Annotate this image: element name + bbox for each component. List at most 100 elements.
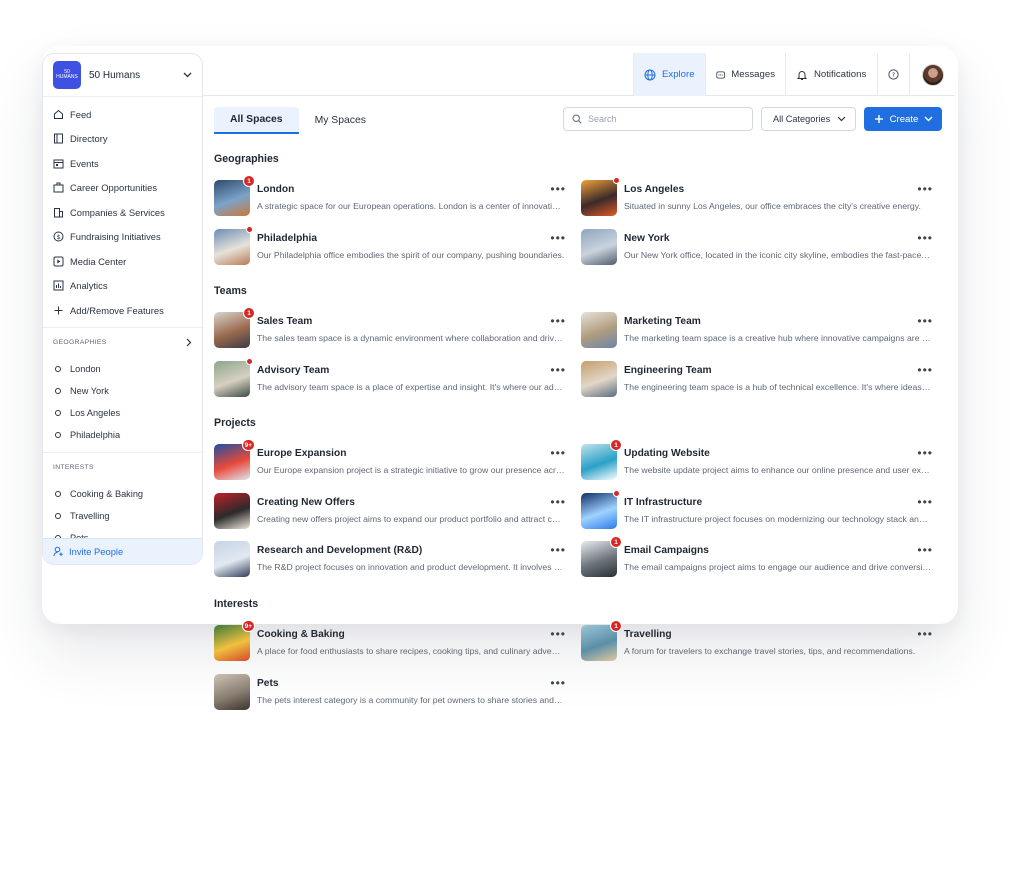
space-card[interactable]: Advisory Team The advisory team space is … xyxy=(214,357,566,401)
geo-item-london[interactable]: London xyxy=(43,358,202,380)
more-options-icon[interactable]: ••• xyxy=(550,231,566,245)
interest-item-travelling[interactable]: Travelling xyxy=(43,505,202,527)
unread-dot xyxy=(613,489,620,497)
space-description: Our Philadelphia office embodies the spi… xyxy=(257,249,565,260)
more-options-icon[interactable]: ••• xyxy=(550,182,566,196)
tab-my-spaces[interactable]: My Spaces xyxy=(299,107,382,134)
more-options-icon[interactable]: ••• xyxy=(550,627,566,641)
space-title: Los Angeles xyxy=(624,184,685,195)
nav-notifications[interactable]: Notifications xyxy=(785,53,877,96)
notification-badge: 1 xyxy=(610,620,622,632)
space-card[interactable]: 9+ Europe Expansion Our Europe expansion p… xyxy=(214,439,566,484)
more-options-icon[interactable]: ••• xyxy=(917,543,933,557)
home-icon xyxy=(54,109,63,119)
space-card[interactable]: Los Angeles Situated in sunny Los Angeles… xyxy=(581,177,933,220)
topbar: Explore Messages Notifications ? xyxy=(203,53,955,96)
more-options-icon[interactable]: ••• xyxy=(917,363,933,377)
sidebar-item-analytics[interactable]: Analytics xyxy=(43,274,202,299)
geo-item-philadelphia[interactable]: Philadelphia xyxy=(43,424,202,446)
workspace-logo: 50 HUMANS xyxy=(53,61,81,89)
space-card[interactable]: Marketing Team The marketing team space i… xyxy=(581,312,933,352)
sidebar-item-fundraising[interactable]: $ Fundraising Initiatives xyxy=(43,225,202,250)
space-description: The IT infrastructure project focuses on… xyxy=(624,513,932,524)
space-description: The engineering team space is a hub of t… xyxy=(624,381,932,392)
more-options-icon[interactable]: ••• xyxy=(550,363,566,377)
geo-item-new-york[interactable]: New York xyxy=(43,380,202,402)
briefcase-icon xyxy=(53,182,64,193)
nav-explore[interactable]: Explore xyxy=(633,53,705,96)
bell-icon xyxy=(796,70,808,80)
more-options-icon[interactable]: ••• xyxy=(550,676,566,690)
space-thumbnail: 1 xyxy=(214,175,255,216)
bullet-icon xyxy=(55,387,61,394)
section-title: Projects xyxy=(214,417,256,429)
more-options-icon[interactable]: ••• xyxy=(917,446,933,460)
chevron-down-icon xyxy=(182,70,192,80)
workspace-switcher[interactable]: 50 HUMANS 50 Humans xyxy=(43,54,202,97)
unread-dot xyxy=(246,357,253,365)
space-card[interactable]: New York Our New York office, located in … xyxy=(581,228,933,269)
search-placeholder: Search xyxy=(588,114,617,124)
help-button[interactable]: ? xyxy=(877,53,909,96)
building-icon xyxy=(54,207,63,218)
space-card[interactable]: 1 London A strategic space for our Europea… xyxy=(214,175,566,220)
space-card[interactable]: 1 Email Campaigns The email campaigns proj… xyxy=(581,536,933,581)
notification-badge: 1 xyxy=(243,175,255,187)
space-card[interactable]: Creating New Offers Creating new offers p… xyxy=(214,492,566,533)
space-title: Email Campaigns xyxy=(624,545,709,557)
tab-all-spaces[interactable]: All Spaces xyxy=(214,107,299,134)
geographies-header[interactable]: GEOGRAPHIES xyxy=(43,328,202,358)
sidebar-item-events[interactable]: Events xyxy=(43,151,202,176)
more-options-icon[interactable]: ••• xyxy=(917,495,933,509)
chart-icon xyxy=(53,280,64,291)
sidebar-item-feed[interactable]: Feed xyxy=(43,102,202,127)
space-title: Creating New Offers xyxy=(257,496,355,508)
chevron-down-icon xyxy=(837,116,846,122)
space-card[interactable]: 1 Sales Team The sales team space is a dyn… xyxy=(214,307,566,352)
section-title: Interests xyxy=(214,598,259,610)
category-select[interactable]: All Categories xyxy=(761,107,856,131)
space-thumbnail xyxy=(581,489,620,529)
more-options-icon[interactable]: ••• xyxy=(550,495,566,509)
search-input[interactable]: Search xyxy=(563,107,753,131)
space-card[interactable]: Pets The pets interest category is a comm… xyxy=(214,673,566,714)
space-card[interactable]: 9+ Cooking & Baking A place for food enthu… xyxy=(214,620,566,665)
notification-badge: 1 xyxy=(610,439,622,451)
sidebar-item-companies[interactable]: Companies & Services xyxy=(43,200,202,225)
invite-people-button[interactable]: Invite People xyxy=(43,538,202,564)
geo-item-los-angeles[interactable]: Los Angeles xyxy=(43,402,202,424)
geographies-group: GEOGRAPHIES London New York Los Angeles … xyxy=(43,328,202,453)
more-options-icon[interactable]: ••• xyxy=(917,627,933,641)
space-card[interactable]: Philadelphia Our Philadelphia office embo… xyxy=(214,225,566,269)
create-button[interactable]: Create xyxy=(864,107,942,131)
space-description: Our New York office, located in the icon… xyxy=(624,249,932,260)
more-options-icon[interactable]: ••• xyxy=(917,314,933,328)
more-options-icon[interactable]: ••• xyxy=(550,543,566,557)
sidebar-item-directory[interactable]: Directory xyxy=(43,127,202,152)
dollar-icon: $ xyxy=(53,231,64,242)
search-icon xyxy=(572,114,582,124)
sidebar-item-career[interactable]: Career Opportunities xyxy=(43,176,202,201)
nav-messages[interactable]: Messages xyxy=(705,53,785,96)
sidebar-item-media[interactable]: Media Center xyxy=(43,249,202,274)
space-thumbnail xyxy=(581,312,617,348)
workspace-name: 50 Humans xyxy=(89,69,141,81)
user-menu[interactable] xyxy=(909,53,955,96)
space-thumbnail xyxy=(214,357,253,397)
avatar xyxy=(921,63,944,86)
space-thumbnail xyxy=(214,673,250,710)
space-thumbnail: 1 xyxy=(214,307,255,348)
space-card[interactable]: 1 Travelling A forum for travelers to exch… xyxy=(581,620,933,665)
svg-text:$: $ xyxy=(57,233,61,241)
more-options-icon[interactable]: ••• xyxy=(917,182,933,196)
space-card[interactable]: Research and Development (R&D) The R&D pr… xyxy=(214,541,566,581)
more-options-icon[interactable]: ••• xyxy=(550,446,566,460)
interest-item-cooking[interactable]: Cooking & Baking xyxy=(43,483,202,505)
sidebar-item-add-remove[interactable]: Add/Remove Features xyxy=(43,298,202,323)
bullet-icon xyxy=(55,490,61,497)
space-card[interactable]: Engineering Team The engineering team spa… xyxy=(581,360,933,401)
more-options-icon[interactable]: ••• xyxy=(917,231,933,245)
more-options-icon[interactable]: ••• xyxy=(550,314,566,328)
space-card[interactable]: 1 Updating Website The website update proj… xyxy=(581,439,933,484)
space-card[interactable]: IT Infrastructure The IT infrastructure p… xyxy=(581,489,933,533)
